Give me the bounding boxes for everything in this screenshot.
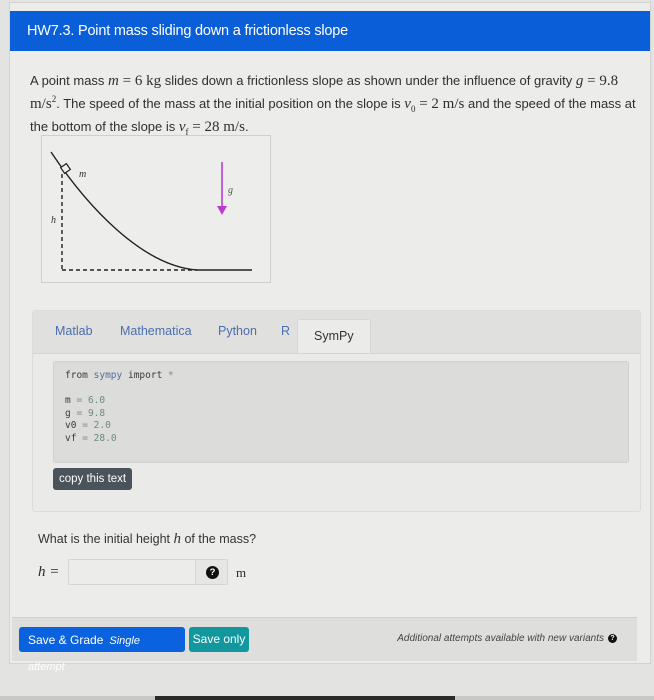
code-var-name: m — [65, 395, 71, 406]
save-only-button[interactable]: Save only — [189, 627, 249, 652]
submission-footer: Save & Grade Single attempt Save only Add… — [12, 617, 637, 673]
vf-value: = 28 m/s — [188, 119, 245, 135]
copy-text-button[interactable]: copy this text — [53, 468, 133, 490]
code-keyword: from — [65, 370, 88, 381]
problem-statement: A point mass m = 6 kg slides down a fric… — [30, 72, 645, 141]
code-tab-bar: Matlab Mathematica Python R SymPy — [33, 311, 640, 354]
bottom-edge — [0, 696, 654, 700]
tab-sympy[interactable]: SymPy — [297, 319, 371, 353]
code-module: sympy — [93, 370, 123, 381]
question-prompt: What is the initial height h of the mass… — [38, 531, 256, 548]
v0-value: = 2 m/s — [415, 96, 465, 112]
code-var-name: vf — [65, 432, 77, 444]
code-var-name: g — [65, 407, 71, 419]
mass-block — [59, 162, 72, 175]
question-text: What is the initial height — [38, 532, 174, 546]
tab-r[interactable]: R — [279, 321, 292, 341]
code-var-value: 2.0 — [93, 420, 111, 431]
question-text: of the mass? — [181, 532, 257, 546]
tab-python[interactable]: Python — [216, 321, 259, 341]
slope-diagram-svg: m h g — [50, 151, 252, 271]
answer-row: h = ? m — [38, 559, 338, 587]
attempts-help-icon[interactable]: ? — [608, 633, 617, 643]
mass-symbol: m — [108, 73, 119, 89]
height-symbol: h — [173, 531, 182, 547]
code-keyword: import — [127, 370, 163, 381]
problem-text: A point mass — [30, 73, 109, 88]
help-addon[interactable]: ? — [196, 559, 228, 585]
punctuation: . — [56, 96, 60, 111]
attempts-text: Additional attempts available with new v… — [397, 633, 604, 644]
height-answer-input[interactable] — [68, 559, 196, 585]
code-var-value: 9.8 — [87, 407, 106, 419]
punctuation: . — [244, 119, 249, 134]
code-var-name: v0 — [65, 420, 77, 431]
code-operator: * — [168, 370, 174, 381]
gravity-label: g — [228, 185, 233, 196]
problem-text: slides down a frictionless slope as show… — [161, 73, 576, 88]
height-label: h — [51, 215, 56, 226]
code-tabs-panel: Matlab Mathematica Python R SymPy from s… — [32, 310, 641, 512]
vf-symbol: v — [178, 119, 186, 135]
answer-label: h = — [38, 564, 60, 580]
tab-mathematica[interactable]: Mathematica — [118, 321, 194, 341]
code-text: from sympy import * m = 6.0 g = 9.8 v0 =… — [65, 370, 174, 444]
code-block[interactable]: from sympy import * m = 6.0 g = 9.8 v0 =… — [53, 361, 629, 463]
save-and-grade-button[interactable]: Save & Grade Single attempt — [19, 627, 185, 673]
code-var-value: 28.0 — [93, 432, 117, 444]
tab-matlab[interactable]: Matlab — [53, 321, 95, 341]
v0-symbol: v — [404, 96, 411, 112]
gravity-arrow-head — [217, 206, 227, 215]
problem-text: The speed of the mass at the initial pos… — [63, 96, 405, 111]
code-var-value: 6.0 — [87, 395, 106, 406]
mass-value: = 6 kg — [118, 73, 162, 89]
attempts-info: Additional attempts available with new v… — [397, 633, 617, 644]
question-title: HW7.3. Point mass sliding down a frictio… — [10, 11, 650, 51]
help-icon[interactable]: ? — [206, 566, 219, 579]
mass-label: m — [79, 169, 86, 180]
grade-label: Save & Grade — [28, 633, 104, 647]
bottom-edge-dark — [155, 696, 455, 700]
answer-unit: m — [236, 565, 247, 580]
slope-diagram: m h g — [41, 135, 271, 283]
